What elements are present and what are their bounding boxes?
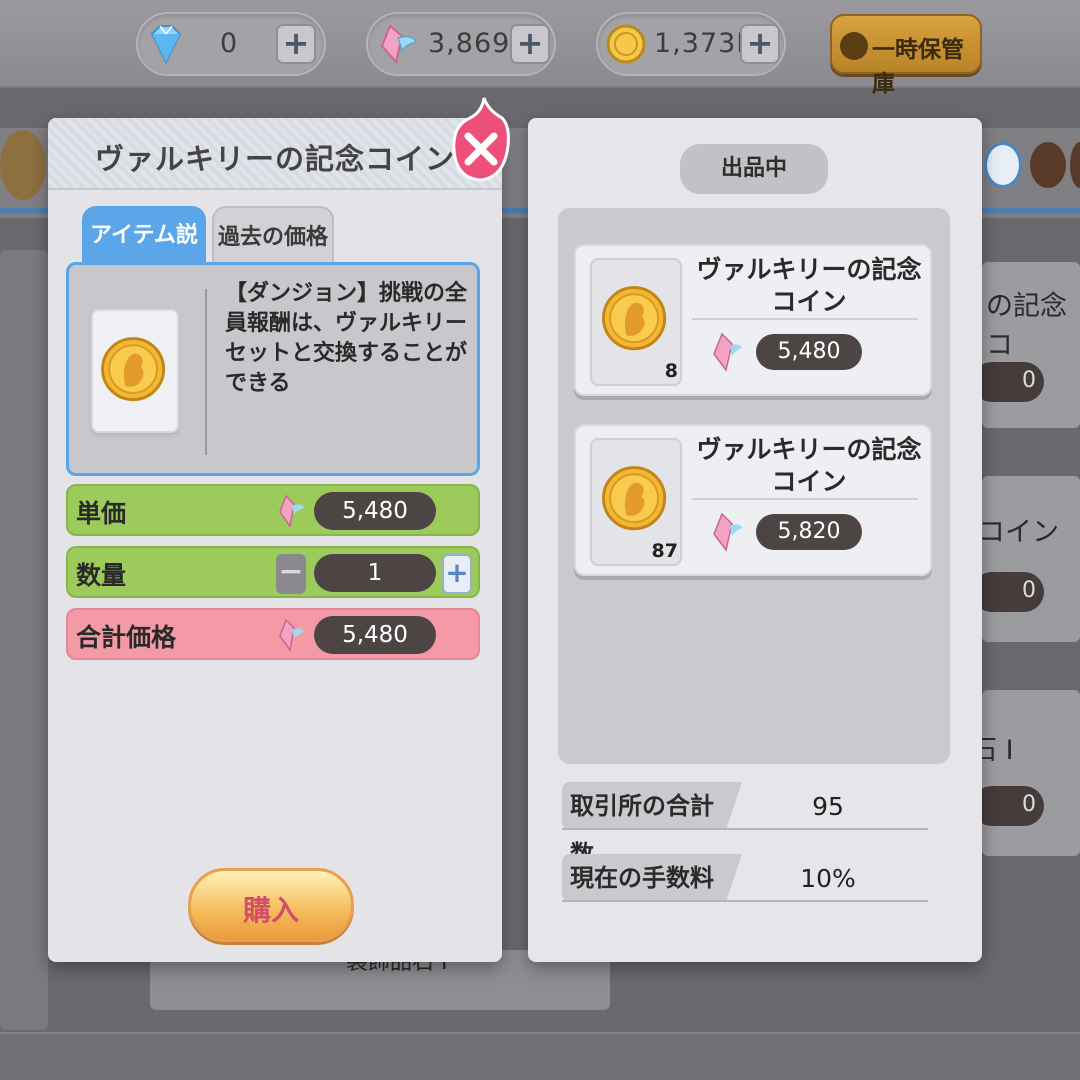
listing-item-price: 5,480 — [756, 334, 862, 370]
item-description-text: 【ダンジョン】挑戦の全員報酬は、ヴァルキリーセットと交換することができる — [225, 281, 468, 396]
diamond-value: 0 — [220, 28, 239, 59]
currency-crystal: 3,869 + — [366, 12, 556, 76]
close-icon[interactable] — [452, 96, 510, 186]
storage-icon — [840, 32, 868, 60]
listing-status-tag: 出品中 — [680, 144, 828, 194]
exchange-total-value: 95 — [812, 792, 844, 821]
stat-underline — [562, 828, 928, 830]
desc-divider — [205, 289, 207, 455]
bg-card-1-pill: 0 — [972, 362, 1044, 402]
listing-item-icon-frame: 8 — [590, 258, 682, 386]
currency-bar: 0 + 3,869 + 1,373K + 一時保管庫 — [0, 0, 1080, 97]
stat-underline — [562, 900, 928, 902]
dialog-header: ヴァルキリーの記念コイン — [48, 118, 502, 190]
buy-button[interactable]: 購入 — [188, 868, 354, 942]
total-price-label: 合計価格 — [76, 623, 177, 652]
valkyrie-coin-icon — [101, 337, 166, 402]
bg-card-3: 石 I 0 — [970, 690, 1080, 856]
crystal-icon — [279, 618, 304, 652]
bg-card-1: の記念コ 0 — [972, 262, 1080, 428]
item-icon-frame — [91, 309, 179, 433]
exchange-total-label: 取引所の合計数 — [562, 782, 742, 868]
total-price-value: 5,480 — [314, 616, 436, 654]
add-diamond-button[interactable]: + — [276, 24, 316, 64]
bg-card-2-pill: 0 — [972, 572, 1044, 612]
listing-item-name: ヴァルキリーの記念コイン — [696, 435, 922, 496]
listing-item[interactable]: 8 ヴァルキリーの記念コイン 5,480 — [574, 244, 932, 396]
total-price-row: 合計価格 5,480 — [66, 608, 480, 660]
quantity-row: 数量 − 1 + — [66, 546, 480, 598]
quantity-increase-button[interactable]: + — [442, 554, 472, 594]
quantity-input[interactable]: 1 — [314, 554, 436, 592]
buy-button-label: 購入 — [242, 894, 299, 927]
currency-gold: 1,373K + — [596, 12, 786, 76]
bg-alert-icon — [984, 142, 1022, 188]
current-fee-label: 現在の手数料 — [562, 854, 742, 902]
item-description-box: 【ダンジョン】挑戦の全員報酬は、ヴァルキリーセットと交換することができる — [66, 262, 480, 476]
add-crystal-button[interactable]: + — [510, 24, 550, 64]
crystal-value: 3,869 — [428, 28, 511, 59]
tab-past-prices[interactable]: 過去の価格 — [212, 206, 334, 264]
listing-item-icon-frame: 87 — [590, 438, 682, 566]
diamond-icon — [150, 25, 182, 65]
crystal-icon — [713, 332, 742, 372]
unit-price-label: 単価 — [76, 499, 127, 528]
dialog-title: ヴァルキリーの記念コイン — [94, 142, 455, 176]
crystal-icon — [380, 24, 418, 65]
bg-bag-icon — [0, 130, 46, 200]
bottom-bar — [0, 1032, 1080, 1080]
quantity-decrease-button[interactable]: − — [276, 554, 306, 594]
bg-avatar-icon — [1030, 142, 1066, 188]
unit-price-value: 5,480 — [314, 492, 436, 530]
crystal-icon — [279, 494, 304, 528]
tab-item-description[interactable]: アイテム説明 — [82, 206, 206, 308]
bg-left-panel — [0, 250, 48, 1030]
listing-item-count: 87 — [651, 540, 678, 562]
storage-label: 一時保管庫 — [872, 37, 964, 97]
currency-diamond: 0 + — [136, 12, 326, 76]
add-gold-button[interactable]: + — [740, 24, 780, 64]
crystal-icon — [713, 512, 742, 552]
bg-card-2-text: コイン — [978, 517, 1059, 548]
listing-item[interactable]: 87 ヴァルキリーの記念コイン 5,820 — [574, 424, 932, 576]
listing-item-count: 8 — [664, 360, 678, 382]
unit-price-row: 単価 5,480 — [66, 484, 480, 536]
bg-card-1-text: の記念コ — [986, 291, 1067, 361]
bg-card-3-pill: 0 — [972, 786, 1044, 826]
current-fee-value: 10% — [800, 864, 856, 893]
listing-item-name: ヴァルキリーの記念コイン — [696, 255, 922, 316]
quantity-label: 数量 — [76, 561, 127, 590]
listing-divider — [692, 318, 918, 320]
listing-list: 8 ヴァルキリーの記念コイン 5,480 87 ヴァルキリーの記念コイン 5,8… — [558, 208, 950, 764]
listing-item-price: 5,820 — [756, 514, 862, 550]
gold-coin-icon — [606, 24, 646, 64]
listing-divider — [692, 498, 918, 500]
bg-card-2: コイン 0 — [972, 476, 1080, 642]
listing-panel: 出品中 8 ヴァルキリーの記念コイン 5,480 87 ヴァルキリーの記念コイン… — [528, 118, 982, 962]
temporary-storage-button[interactable]: 一時保管庫 — [830, 14, 982, 97]
